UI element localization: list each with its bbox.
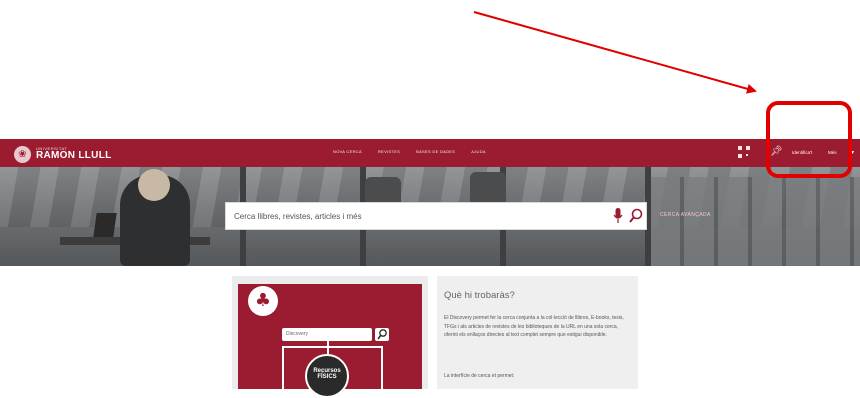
main-search-box bbox=[225, 202, 647, 230]
info-title: Què hi trobaràs? bbox=[444, 290, 515, 301]
promo-panel: ♣ Discovery Recursos FÍSICS bbox=[238, 284, 422, 398]
mini-search-button bbox=[375, 328, 389, 341]
hero-laptop bbox=[93, 213, 117, 237]
mini-search-field: Discovery bbox=[282, 328, 372, 341]
bracket-line bbox=[327, 341, 329, 355]
logo-text: UNIVERSITAT RAMON LLULL bbox=[36, 147, 112, 161]
search-icon[interactable] bbox=[629, 208, 643, 224]
advanced-search-link[interactable]: CERCA AVANÇADA bbox=[660, 212, 711, 218]
bracket-line bbox=[282, 346, 382, 348]
nav-link-databases[interactable]: BASES DE DADES bbox=[416, 149, 455, 154]
info-card: Què hi trobaràs? El Discovery permet fer… bbox=[437, 276, 638, 389]
logo-big-text: RAMON LLULL bbox=[36, 150, 112, 161]
main-nav: NOVA CERCA REVISTES BASES DE DADES AJUDA bbox=[333, 149, 486, 154]
login-link[interactable]: Identifica't bbox=[792, 150, 812, 155]
nav-link-new-search[interactable]: NOVA CERCA bbox=[333, 149, 362, 154]
qr-code-icon[interactable] bbox=[738, 146, 750, 158]
hero-person-head bbox=[138, 169, 170, 201]
resource-line2: FÍSICS bbox=[317, 374, 337, 380]
bracket-line bbox=[381, 346, 383, 389]
mini-search-text: Discovery bbox=[286, 331, 308, 337]
chevron-down-icon[interactable]: ▾ bbox=[851, 149, 854, 156]
search-input[interactable] bbox=[226, 203, 604, 229]
info-subtitle: La interfície de cerca et permet: bbox=[444, 373, 515, 379]
top-navbar: ❀ UNIVERSITAT RAMON LLULL NOVA CERCA REV… bbox=[0, 139, 860, 167]
nav-right-tools: 📌︎ Identifica't Més ▾ bbox=[738, 144, 858, 162]
microphone-icon[interactable] bbox=[613, 208, 623, 224]
search-icon bbox=[377, 329, 387, 340]
more-menu[interactable]: Més bbox=[828, 150, 837, 155]
logo-emblem-icon: ❀ bbox=[14, 145, 31, 163]
physical-resources-badge: Recursos FÍSICS bbox=[305, 354, 349, 398]
nav-link-journals[interactable]: REVISTES bbox=[378, 149, 400, 154]
tree-logo: ♣ bbox=[248, 286, 278, 316]
hero-shelves bbox=[650, 177, 860, 266]
university-logo[interactable]: ❀ UNIVERSITAT RAMON LLULL bbox=[14, 144, 112, 164]
info-body: El Discovery permet fer la cerca conjunt… bbox=[444, 315, 624, 338]
annotation-arrow bbox=[473, 11, 757, 94]
bracket-line bbox=[282, 346, 284, 389]
nav-link-help[interactable]: AJUDA bbox=[471, 149, 486, 154]
tree-icon: ♣ bbox=[254, 290, 272, 311]
pin-icon[interactable]: 📌︎ bbox=[770, 146, 783, 157]
discovery-promo-card: ♣ Discovery Recursos FÍSICS bbox=[232, 276, 428, 398]
